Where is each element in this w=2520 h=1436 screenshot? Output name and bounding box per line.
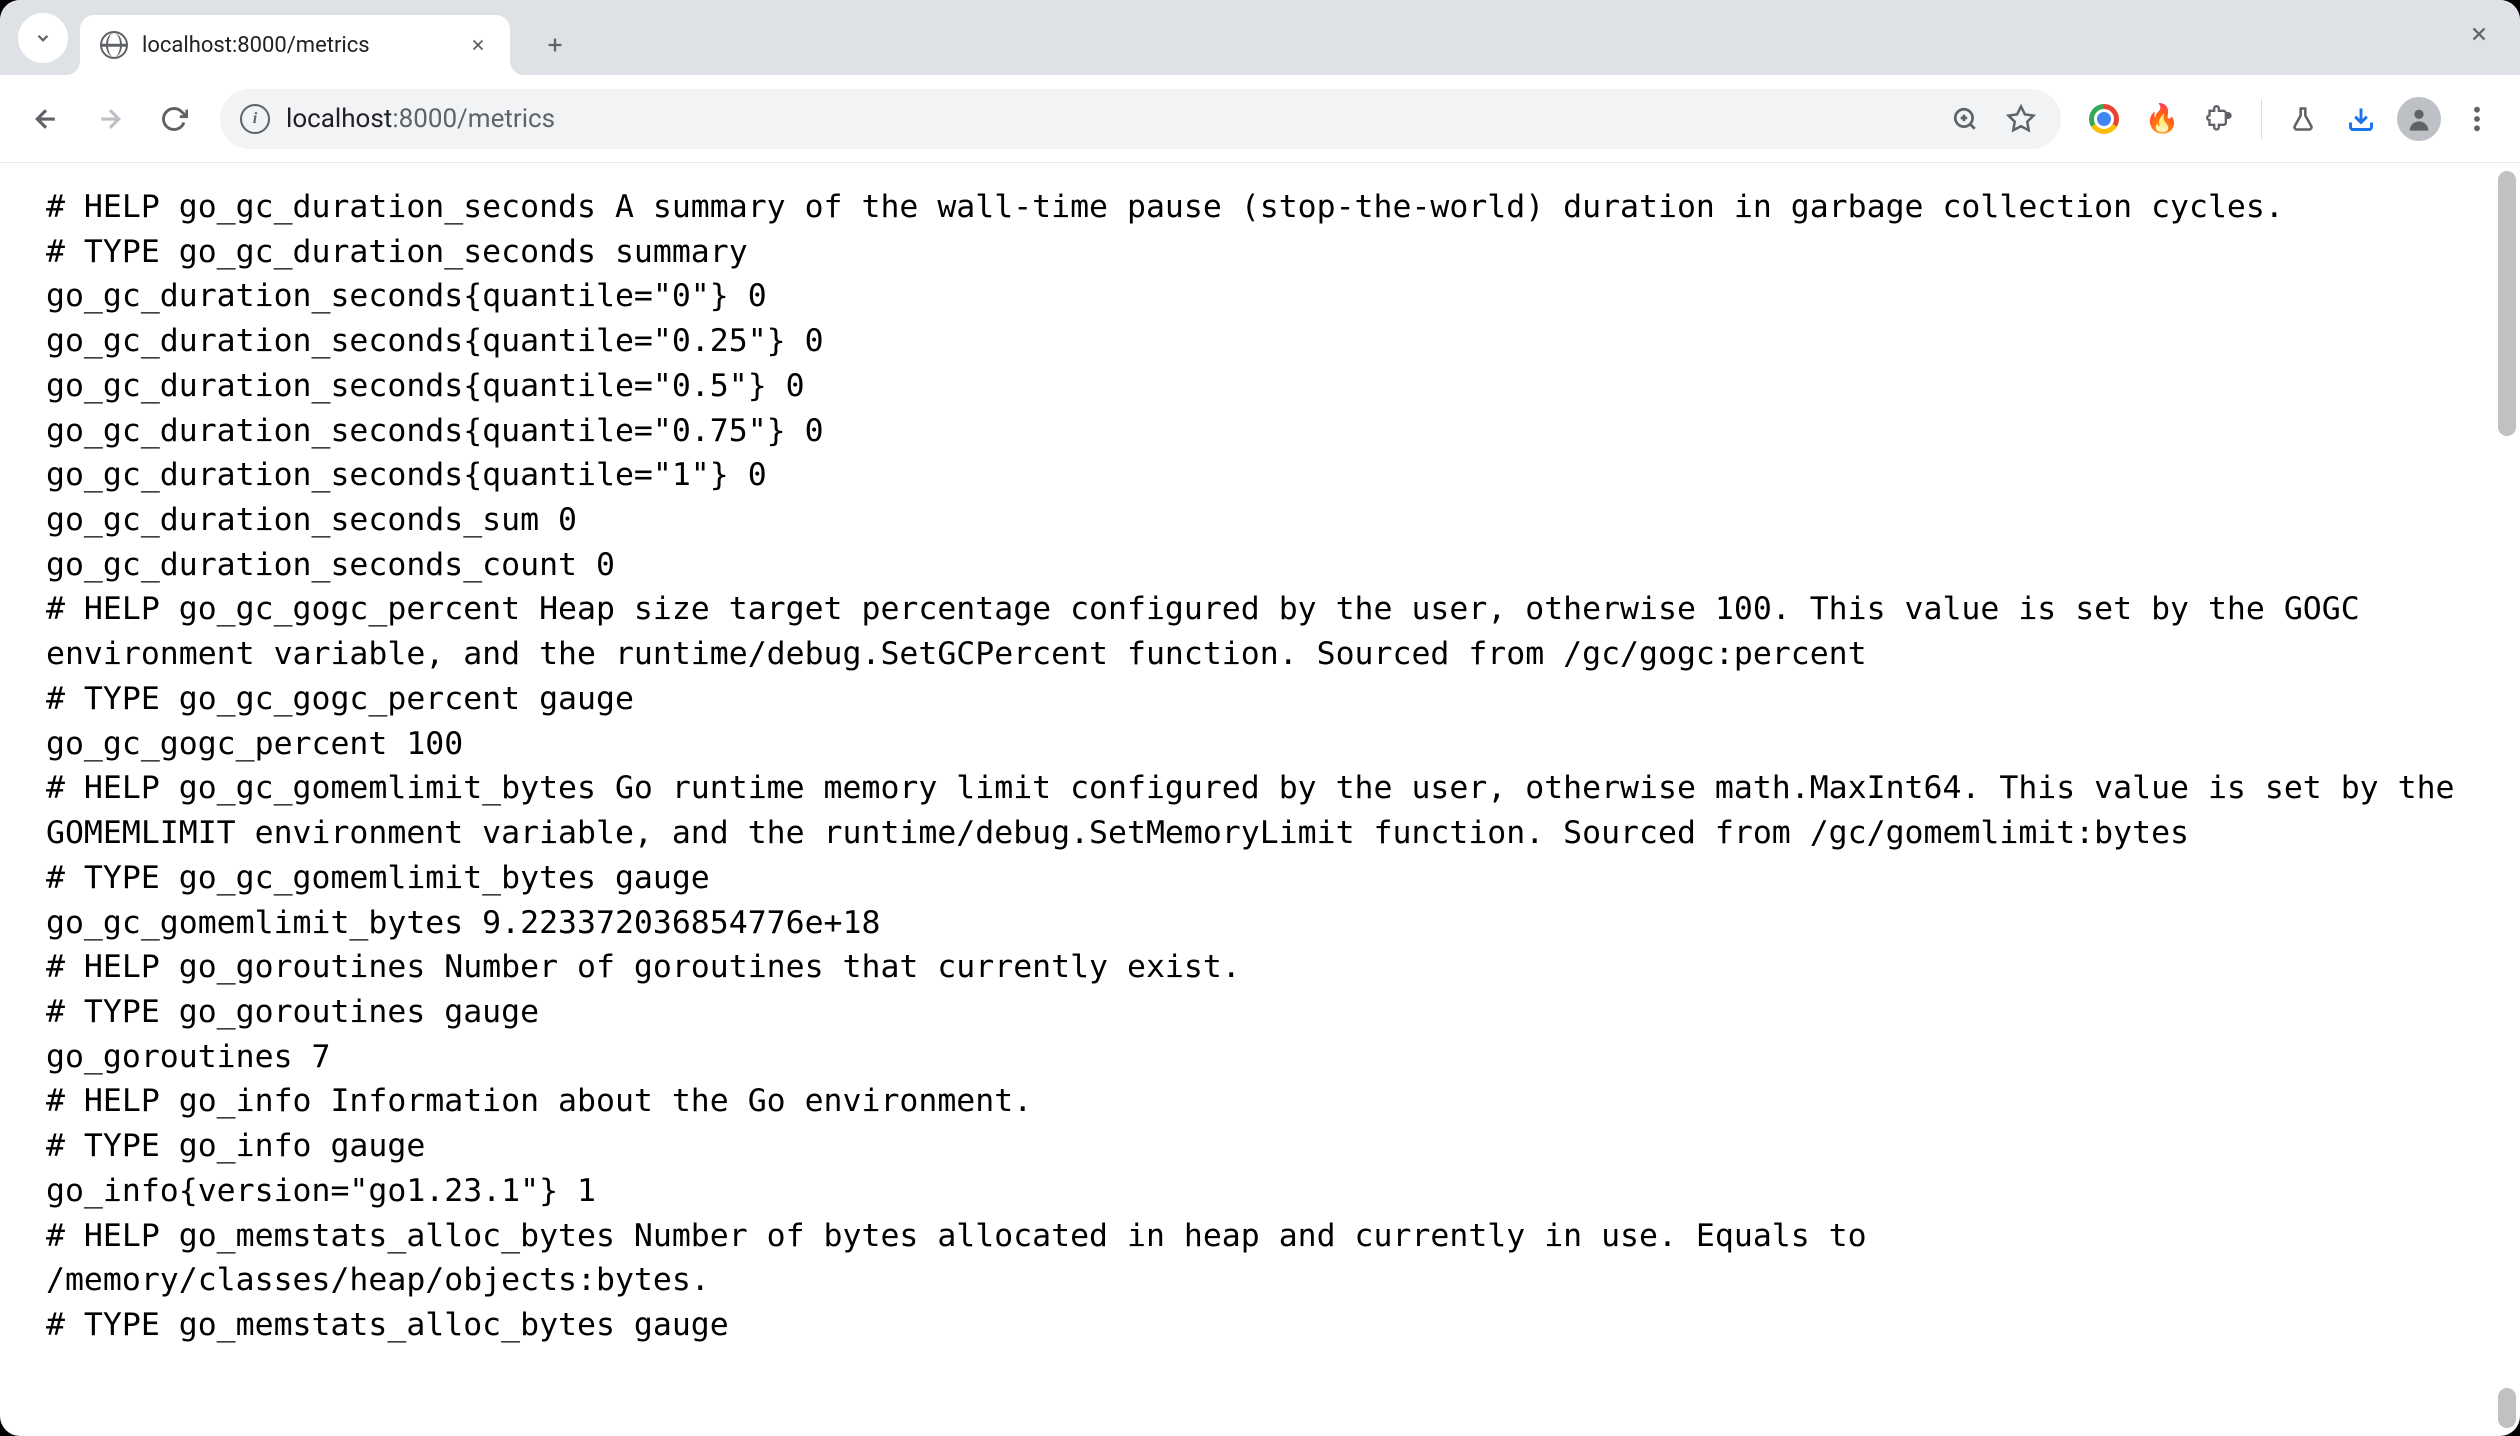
active-tab[interactable]: localhost:8000/metrics bbox=[80, 15, 510, 75]
profile-button[interactable] bbox=[2394, 94, 2444, 144]
url-display: localhost:8000/metrics bbox=[286, 104, 1929, 134]
close-icon bbox=[469, 36, 487, 54]
arrow-right-icon bbox=[95, 104, 125, 134]
browser-window: localhost:8000/metrics i localhost:8000/… bbox=[0, 0, 2520, 1436]
chrome-icon bbox=[2089, 104, 2119, 134]
scrollbar[interactable] bbox=[2498, 171, 2516, 1428]
bookmark-button[interactable] bbox=[2001, 99, 2041, 139]
plus-icon bbox=[544, 34, 566, 56]
extension-fire[interactable]: 🔥 bbox=[2137, 94, 2187, 144]
forward-button[interactable] bbox=[82, 91, 138, 147]
tab-strip: localhost:8000/metrics bbox=[0, 0, 2520, 75]
kebab-icon bbox=[2473, 105, 2481, 133]
scrollbar-thumb-bottom[interactable] bbox=[2498, 1388, 2516, 1428]
tab-close-button[interactable] bbox=[464, 31, 492, 59]
extension-chrome[interactable] bbox=[2079, 94, 2129, 144]
window-close-button[interactable] bbox=[2468, 22, 2490, 52]
toolbar: i localhost:8000/metrics 🔥 bbox=[0, 75, 2520, 163]
new-tab-button[interactable] bbox=[530, 20, 580, 70]
puzzle-icon bbox=[2206, 105, 2234, 133]
viewport: # HELP go_gc_duration_seconds A summary … bbox=[0, 163, 2520, 1436]
flask-icon bbox=[2289, 105, 2317, 133]
avatar-icon bbox=[2397, 97, 2441, 141]
labs-button[interactable] bbox=[2278, 94, 2328, 144]
address-bar[interactable]: i localhost:8000/metrics bbox=[220, 89, 2061, 149]
menu-button[interactable] bbox=[2452, 94, 2502, 144]
url-path: :8000/metrics bbox=[392, 104, 555, 134]
back-button[interactable] bbox=[18, 91, 74, 147]
site-info-button[interactable]: i bbox=[240, 104, 270, 134]
url-host: localhost bbox=[286, 104, 392, 134]
toolbar-divider bbox=[2261, 99, 2262, 139]
download-icon bbox=[2347, 105, 2375, 133]
zoom-button[interactable] bbox=[1945, 99, 1985, 139]
scrollbar-thumb[interactable] bbox=[2498, 171, 2516, 436]
search-tabs-button[interactable] bbox=[18, 13, 68, 63]
downloads-button[interactable] bbox=[2336, 94, 2386, 144]
zoom-icon bbox=[1952, 106, 1978, 132]
reload-button[interactable] bbox=[146, 91, 202, 147]
chevron-down-icon bbox=[34, 29, 52, 47]
globe-icon bbox=[100, 31, 128, 59]
arrow-left-icon bbox=[31, 104, 61, 134]
reload-icon bbox=[160, 105, 188, 133]
tab-title: localhost:8000/metrics bbox=[142, 33, 450, 58]
star-icon bbox=[2006, 104, 2036, 134]
fire-icon: 🔥 bbox=[2145, 102, 2180, 135]
metrics-output[interactable]: # HELP go_gc_duration_seconds A summary … bbox=[0, 163, 2520, 1370]
extensions-button[interactable] bbox=[2195, 94, 2245, 144]
close-icon bbox=[2468, 23, 2490, 45]
